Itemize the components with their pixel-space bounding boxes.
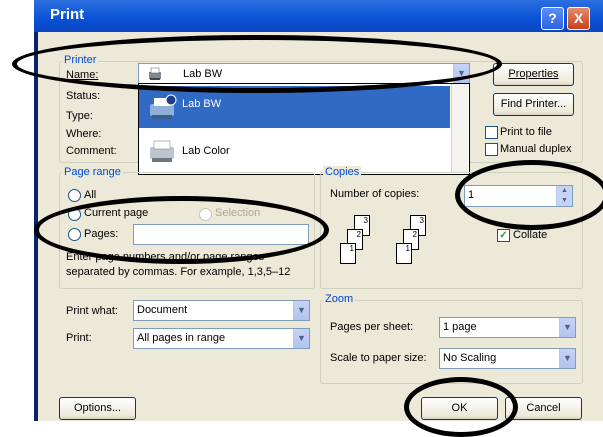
all-pages-label: All — [84, 189, 97, 201]
printer-icon — [147, 137, 177, 165]
chevron-down-icon[interactable]: ▼ — [293, 329, 309, 348]
highlight-ellipse — [34, 196, 329, 264]
find-printer-button[interactable]: Find Printer... — [493, 93, 574, 116]
copies-group-label: Copies — [323, 166, 362, 178]
close-button[interactable]: X — [567, 7, 590, 30]
printer-option[interactable]: Lab Color — [139, 131, 450, 171]
help-button[interactable]: ? — [541, 7, 564, 30]
printer-option-label: Lab Color — [182, 145, 230, 157]
chevron-down-icon[interactable]: ▼ — [559, 349, 575, 368]
cancel-button-label: Cancel — [526, 402, 561, 414]
printer-where-label: Where: — [66, 128, 102, 140]
printer-option-label: Lab BW — [182, 98, 222, 110]
print-to-file-label: Print to file — [500, 126, 552, 138]
number-of-copies-label: Number of copies: — [330, 188, 420, 200]
dropdown-scrollbar[interactable] — [451, 84, 468, 172]
highlight-ellipse — [455, 160, 603, 230]
printer-status-label: Status: — [66, 90, 101, 102]
manual-duplex-checkbox[interactable] — [485, 143, 498, 156]
find-printer-button-label: Find Printer... — [500, 98, 567, 110]
page-range-help-line2: separated by commas. For example, 1,3,5–… — [66, 266, 291, 278]
scale-select[interactable]: No Scaling ▼ — [439, 348, 576, 369]
page-range-group-label: Page range — [62, 166, 123, 178]
properties-button-label: Properties — [508, 68, 559, 80]
scale-label: Scale to paper size: — [330, 352, 427, 364]
all-pages-radio[interactable] — [68, 189, 81, 202]
highlight-ellipse — [12, 35, 502, 93]
title-bar[interactable] — [34, 0, 603, 32]
collate-stack-icon: 3 2 1 — [340, 215, 390, 273]
page-1: 1 — [340, 243, 356, 264]
scale-value: No Scaling — [443, 352, 497, 364]
network-printer-icon — [147, 94, 177, 122]
print-what-select[interactable]: Document ▼ — [133, 300, 310, 321]
properties-button[interactable]: Properties — [493, 63, 574, 86]
collate-checkbox[interactable]: ✓ — [497, 229, 510, 242]
manual-duplex-label: Manual duplex — [500, 143, 572, 155]
zoom-group-label: Zoom — [323, 293, 356, 305]
printer-dropdown-list[interactable]: Lab BW Lab Color — [138, 83, 470, 175]
printer-comment-label: Comment: — [66, 145, 117, 157]
print-label: Print: — [66, 332, 92, 344]
collate-label: Collate — [513, 229, 548, 241]
chevron-down-icon[interactable]: ▼ — [559, 318, 575, 337]
print-what-label: Print what: — [66, 305, 118, 317]
pages-per-sheet-label: Pages per sheet: — [330, 321, 414, 333]
dialog-title: Print — [50, 6, 85, 23]
zoom-group — [320, 300, 583, 384]
chevron-down-icon[interactable]: ▼ — [293, 301, 309, 320]
page-1: 1 — [396, 243, 412, 264]
options-button[interactable]: Options... — [59, 397, 136, 420]
options-button-label: Options... — [73, 402, 122, 414]
print-what-value: Document — [137, 304, 188, 316]
print-select[interactable]: All pages in range ▼ — [133, 328, 310, 349]
print-value: All pages in range — [137, 332, 226, 344]
collate-stack-icon: 3 2 1 — [396, 215, 446, 273]
highlight-ellipse — [404, 377, 518, 437]
pages-per-sheet-select[interactable]: 1 page ▼ — [439, 317, 576, 338]
pages-per-sheet-value: 1 page — [443, 321, 477, 333]
printer-type-label: Type: — [66, 110, 93, 122]
print-to-file-checkbox[interactable] — [485, 126, 498, 139]
